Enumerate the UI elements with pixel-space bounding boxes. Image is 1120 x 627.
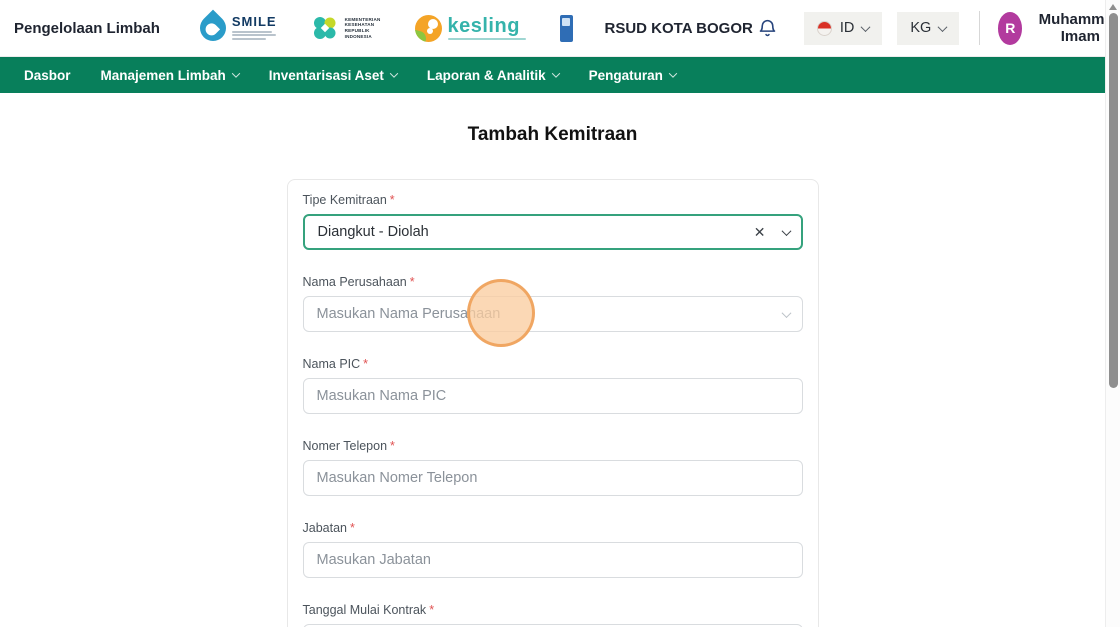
field-nama-perusahaan: Nama Perusahaan * Masukan Nama Perusahaan	[302, 275, 803, 332]
chevron-down-icon	[860, 21, 871, 32]
unit-dropdown[interactable]: KG	[897, 11, 960, 45]
smile-label: SMILE	[231, 13, 277, 29]
kesling-icon	[414, 14, 442, 42]
notifications-button[interactable]	[753, 14, 782, 43]
chevron-down-icon	[389, 69, 399, 78]
user-menu[interactable]: R Muhammad Imam	[998, 11, 1120, 45]
field-label: Jabatan *	[302, 521, 355, 535]
main-content: Tambah Kemitraan Tipe Kemitraan * Diangku…	[0, 124, 1105, 627]
tipe-kemitraan-select[interactable]: Diangkut - Diolah	[302, 214, 803, 250]
field-nama-pic: Nama PIC *	[302, 357, 803, 414]
field-tipe-kemitraan: Tipe Kemitraan * Diangkut - Diolah ✕	[302, 193, 803, 250]
app-viewport: Pengelolaan Limbah SMILE KEMENTERIAN KES…	[0, 0, 1120, 627]
bell-icon	[759, 19, 776, 36]
field-nomer-telepon: Nomer Telepon *	[302, 439, 803, 496]
clear-icon[interactable]: ✕	[754, 225, 766, 239]
avatar: R	[998, 11, 1023, 45]
vertical-scrollbar[interactable]	[1105, 0, 1120, 627]
nama-pic-control	[302, 378, 803, 414]
field-jabatan: Jabatan *	[302, 521, 803, 578]
chevron-down-icon[interactable]	[781, 307, 791, 318]
nama-perusahaan-select[interactable]: Masukan Nama Perusahaan	[302, 296, 803, 332]
page-title: Tambah Kemitraan	[467, 124, 638, 145]
chevron-down-icon	[231, 69, 241, 78]
app-title: Pengelolaan Limbah	[14, 19, 160, 37]
nav-item-dasbor[interactable]: Dasbor	[24, 68, 71, 83]
selected-value: Diangkut - Diolah	[317, 224, 429, 240]
field-label: Nomer Telepon *	[302, 439, 395, 453]
language-dropdown[interactable]: ID	[803, 11, 883, 45]
field-label: Tanggal Mulai Kontrak *	[302, 603, 435, 617]
undp-logo-icon	[559, 14, 573, 42]
header-divider	[979, 11, 981, 45]
field-tanggal-mulai-kontrak: Tanggal Mulai Kontrak *	[302, 603, 803, 627]
nav-item-inventarisasi-aset[interactable]: Inventarisasi Aset	[269, 68, 399, 83]
smile-tagline	[231, 30, 277, 42]
field-label: Tipe Kemitraan *	[302, 193, 395, 207]
nav-item-manajemen-limbah[interactable]: Manajemen Limbah	[101, 68, 241, 83]
nomer-telepon-input[interactable]	[302, 460, 803, 496]
indonesia-flag-icon	[816, 20, 832, 36]
kesling-label: kesling	[447, 14, 520, 37]
select-icons	[781, 296, 791, 332]
smile-logo-text: SMILE	[231, 13, 277, 42]
nomer-telepon-control	[302, 460, 803, 496]
header-right: ID KG R Muhammad Imam	[753, 11, 1120, 45]
kesling-logo: kesling	[414, 14, 526, 42]
field-label: Nama PIC *	[302, 357, 369, 371]
kemenkes-text: KEMENTERIAN KESEHATAN REPUBLIK INDONESIA	[344, 16, 381, 39]
field-label: Nama Perusahaan *	[302, 275, 415, 289]
scrollbar-thumb[interactable]	[1109, 13, 1118, 388]
nav-item-laporan-analitik[interactable]: Laporan & Analitik	[427, 68, 560, 83]
nav-item-pengaturan[interactable]: Pengaturan	[589, 68, 678, 83]
kesling-logo-text: kesling	[447, 14, 526, 41]
top-header: Pengelolaan Limbah SMILE KEMENTERIAN KES…	[0, 0, 1120, 57]
nama-pic-input[interactable]	[302, 378, 803, 414]
smile-drop-icon	[194, 9, 232, 47]
kesling-tagline	[447, 37, 526, 41]
chevron-down-icon[interactable]	[781, 225, 791, 236]
jabatan-input[interactable]	[302, 542, 803, 578]
language-code: ID	[839, 20, 855, 36]
tipe-kemitraan-select-control: Diangkut - Diolah ✕	[302, 214, 803, 250]
nama-perusahaan-select-control: Masukan Nama Perusahaan	[302, 296, 803, 332]
chevron-down-icon	[937, 21, 948, 32]
select-placeholder: Masukan Nama Perusahaan	[316, 306, 501, 322]
organization-name: RSUD KOTA BOGOR	[604, 19, 753, 37]
unit-code: KG	[910, 20, 932, 36]
logo-group: SMILE KEMENTERIAN KESEHATAN REPUBLIK IND…	[194, 9, 573, 47]
jabatan-control	[302, 542, 803, 578]
kemenkes-logo: KEMENTERIAN KESEHATAN REPUBLIK INDONESIA	[311, 14, 381, 42]
smile-logo: SMILE	[194, 9, 277, 47]
tambah-kemitraan-form: Tipe Kemitraan * Diangkut - Diolah ✕ Nam…	[286, 179, 819, 627]
scrollbar-up-arrow[interactable]	[1109, 4, 1117, 10]
chevron-down-icon	[551, 69, 560, 78]
chevron-down-icon	[668, 69, 678, 78]
kemenkes-icon	[313, 17, 336, 39]
select-icons: ✕	[754, 214, 791, 250]
main-navbar: Dasbor Manajemen Limbah Inventarisasi As…	[0, 57, 1105, 93]
